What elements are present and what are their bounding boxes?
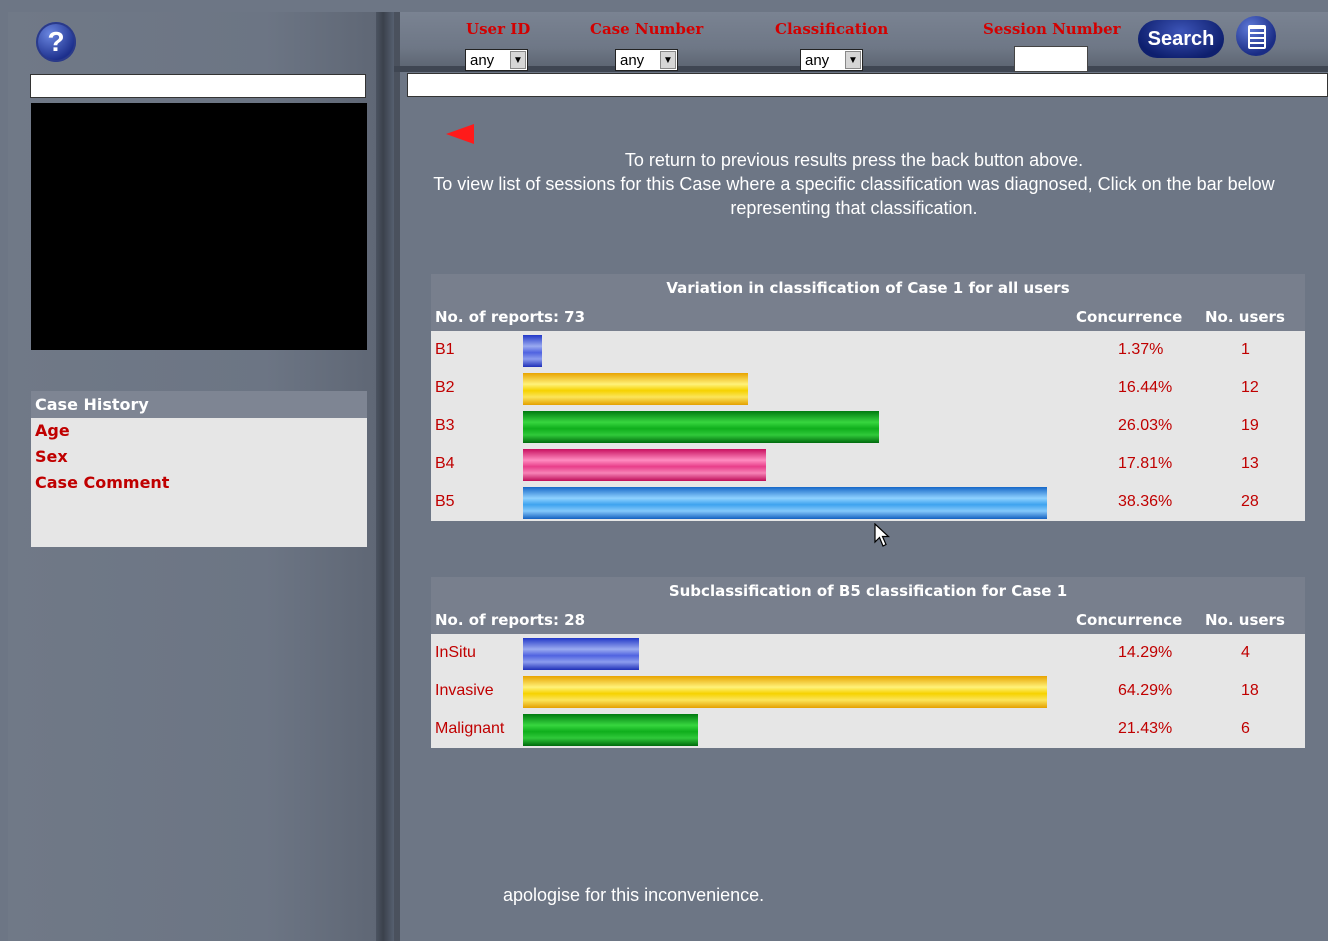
reports-count: No. of reports: 28 [435, 611, 586, 629]
bar-invasive[interactable] [523, 676, 1047, 708]
chart-subheader: No. of reports: 28 Concurrence No. users [431, 606, 1305, 634]
document-list-icon[interactable] [1236, 16, 1276, 56]
concurrence-header: Concurrence [1076, 308, 1183, 326]
instructions-line-2: To view list of sessions for this Case w… [433, 174, 1275, 218]
help-icon[interactable]: ? [36, 22, 76, 62]
user-id-select-value: any [470, 52, 495, 69]
case-number-select-value: any [620, 52, 645, 69]
concurrence-value: 38.36% [1118, 493, 1173, 510]
users-value: 18 [1241, 682, 1259, 699]
case-history-age[interactable]: Age [31, 418, 367, 444]
classification-select[interactable]: any ▼ [800, 49, 863, 71]
users-value: 1 [1241, 341, 1250, 358]
chevron-down-icon[interactable]: ▼ [845, 51, 861, 69]
footer-text: apologise for this inconvenience. [503, 885, 765, 905]
panel-divider [376, 12, 394, 941]
chart-row: B4 17.81% 13 [431, 445, 1305, 483]
concurrence-header: Concurrence [1076, 611, 1183, 629]
mouse-cursor-icon [874, 523, 891, 547]
chart-title: Subclassification of B5 classification f… [431, 577, 1305, 606]
session-number-label: Session Number [983, 20, 1121, 38]
category-label: Invasive [435, 682, 494, 699]
reports-count: No. of reports: 73 [435, 308, 586, 326]
bar-insitu[interactable] [523, 638, 639, 670]
users-value: 6 [1241, 720, 1250, 737]
concurrence-value: 17.81% [1118, 455, 1173, 472]
chevron-down-icon[interactable]: ▼ [660, 51, 676, 69]
category-label: Malignant [435, 720, 505, 737]
category-label: B5 [435, 493, 455, 510]
bar-b1[interactable] [523, 335, 542, 367]
user-id-label: User ID [466, 20, 531, 38]
chart-row: B5 38.36% 28 [431, 483, 1305, 521]
users-header: No. users [1205, 308, 1285, 326]
category-label: InSitu [435, 644, 476, 661]
case-number-select[interactable]: any ▼ [615, 49, 678, 71]
users-value: 19 [1241, 417, 1259, 434]
users-value: 4 [1241, 644, 1250, 661]
chart-row: Malignant 21.43% 6 [431, 710, 1305, 748]
user-id-select[interactable]: any ▼ [465, 49, 528, 71]
chart-body: B1 1.37% 1 B2 16.44% 12 B3 26.03% 19 B4 17.81% 13 B5… [431, 331, 1305, 521]
case-history-case-comment[interactable]: Case Comment [31, 470, 367, 496]
chevron-down-icon[interactable]: ▼ [510, 51, 526, 69]
users-value: 28 [1241, 493, 1259, 510]
bar-b2[interactable] [523, 373, 748, 405]
concurrence-value: 14.29% [1118, 644, 1173, 661]
case-history-panel: Case History Age Sex Case Comment [31, 391, 367, 547]
panel-divider-shadow [394, 12, 400, 941]
case-history-title: Case History [31, 391, 367, 418]
case-number-label: Case Number [590, 20, 704, 38]
left-text-field[interactable] [30, 74, 366, 98]
concurrence-value: 21.43% [1118, 720, 1173, 737]
chart-body: InSitu 14.29% 4 Invasive 64.29% 18 Malignant 21… [431, 634, 1305, 748]
main-text-field[interactable] [407, 73, 1328, 97]
bar-b4[interactable] [523, 449, 766, 481]
concurrence-value: 64.29% [1118, 682, 1173, 699]
back-arrow-icon[interactable] [446, 124, 474, 144]
chart-row: Invasive 64.29% 18 [431, 672, 1305, 710]
chart-row: B3 26.03% 19 [431, 407, 1305, 445]
instructions-line-1: To return to previous results press the … [624, 150, 1084, 170]
chart-row: InSitu 14.29% 4 [431, 634, 1305, 672]
chart-title: Variation in classification of Case 1 fo… [431, 274, 1305, 303]
users-value: 12 [1241, 379, 1259, 396]
classification-chart-panel: Variation in classification of Case 1 fo… [431, 274, 1305, 521]
session-number-input[interactable] [1014, 46, 1088, 72]
concurrence-value: 26.03% [1118, 417, 1173, 434]
concurrence-value: 16.44% [1118, 379, 1173, 396]
search-button[interactable]: Search [1138, 20, 1224, 58]
case-history-sex[interactable]: Sex [31, 444, 367, 470]
category-label: B2 [435, 379, 455, 396]
classification-label: Classification [775, 20, 889, 38]
chart-subheader: No. of reports: 73 Concurrence No. users [431, 303, 1305, 331]
classification-select-value: any [805, 52, 830, 69]
category-label: B4 [435, 455, 455, 472]
image-viewer [31, 103, 367, 350]
bar-malignant[interactable] [523, 714, 698, 746]
category-label: B1 [435, 341, 455, 358]
chart-row: B1 1.37% 1 [431, 331, 1305, 369]
users-value: 13 [1241, 455, 1259, 472]
users-header: No. users [1205, 611, 1285, 629]
subclassification-chart-panel: Subclassification of B5 classification f… [431, 577, 1305, 748]
bar-b5[interactable] [523, 487, 1047, 519]
instructions: To return to previous results press the … [420, 148, 1288, 220]
bar-b3[interactable] [523, 411, 879, 443]
chart-row: B2 16.44% 12 [431, 369, 1305, 407]
concurrence-value: 1.37% [1118, 341, 1164, 358]
category-label: B3 [435, 417, 455, 434]
